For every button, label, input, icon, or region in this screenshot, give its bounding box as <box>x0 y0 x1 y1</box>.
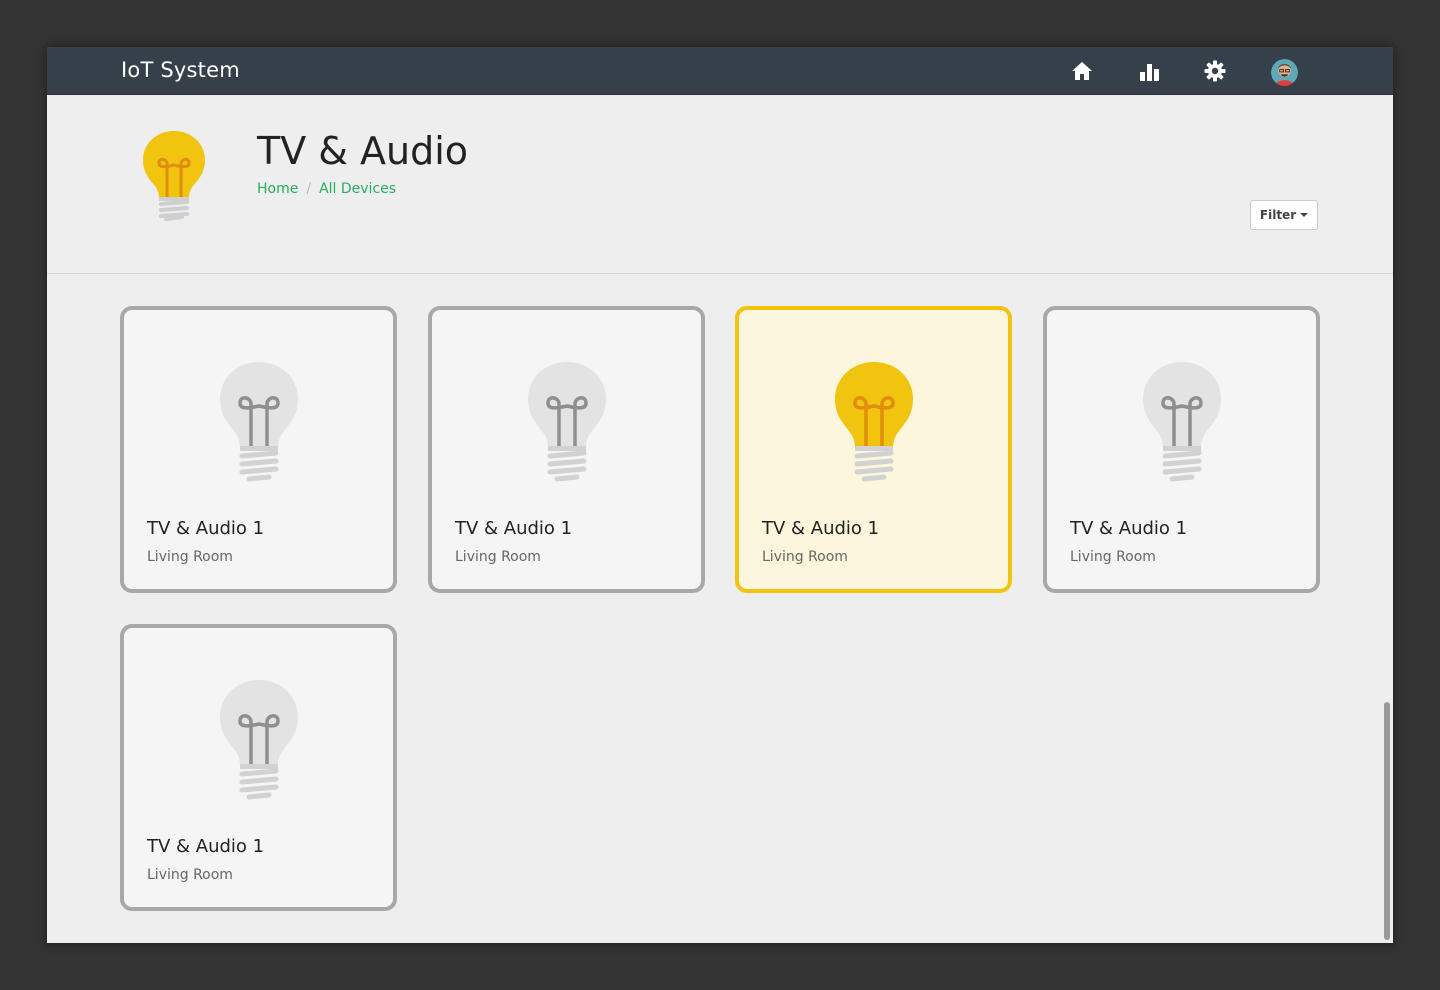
home-icon[interactable] <box>1070 59 1094 83</box>
stats-icon[interactable] <box>1137 59 1161 83</box>
breadcrumb-home-link[interactable]: Home <box>257 181 298 197</box>
device-room: Living Room <box>1070 549 1156 565</box>
filter-label: Filter <box>1259 208 1297 222</box>
lightbulb-icon <box>528 362 606 482</box>
breadcrumb-separator: / <box>306 181 312 197</box>
lightbulb-on-icon <box>835 362 913 482</box>
caret-down-icon <box>1300 213 1309 217</box>
lightbulb-icon <box>1143 362 1221 482</box>
device-room: Living Room <box>147 549 233 565</box>
device-room: Living Room <box>147 867 233 883</box>
device-name: TV & Audio 1 <box>455 518 573 539</box>
device-room: Living Room <box>762 549 848 565</box>
lightbulb-icon <box>143 131 205 221</box>
top-navbar: IoT System <box>47 47 1393 95</box>
device-card[interactable]: TV & Audio 1 Living Room <box>120 306 397 593</box>
app-window: IoT System TV & Audio Home / All Devices… <box>47 47 1393 943</box>
device-name: TV & Audio 1 <box>147 836 265 857</box>
lightbulb-icon <box>220 362 298 482</box>
device-name: TV & Audio 1 <box>762 518 880 539</box>
device-card[interactable]: TV & Audio 1 Living Room <box>120 624 397 911</box>
app-title[interactable]: IoT System <box>121 58 240 82</box>
breadcrumb-all-devices-link[interactable]: All Devices <box>319 181 396 197</box>
device-card[interactable]: TV & Audio 1 Living Room <box>428 306 705 593</box>
lightbulb-icon <box>220 680 298 800</box>
gear-icon[interactable] <box>1203 59 1227 83</box>
page-header: TV & Audio Home / All Devices Filter <box>47 95 1393 274</box>
device-card-active[interactable]: TV & Audio 1 Living Room <box>735 306 1012 593</box>
user-avatar[interactable] <box>1271 59 1298 86</box>
device-card[interactable]: TV & Audio 1 Living Room <box>1043 306 1320 593</box>
device-room: Living Room <box>455 549 541 565</box>
breadcrumb: Home / All Devices <box>257 181 396 197</box>
device-name: TV & Audio 1 <box>147 518 265 539</box>
device-name: TV & Audio 1 <box>1070 518 1188 539</box>
filter-dropdown-button[interactable]: Filter <box>1250 200 1318 230</box>
page-title: TV & Audio <box>257 129 469 173</box>
vertical-scrollbar[interactable] <box>1384 702 1390 940</box>
